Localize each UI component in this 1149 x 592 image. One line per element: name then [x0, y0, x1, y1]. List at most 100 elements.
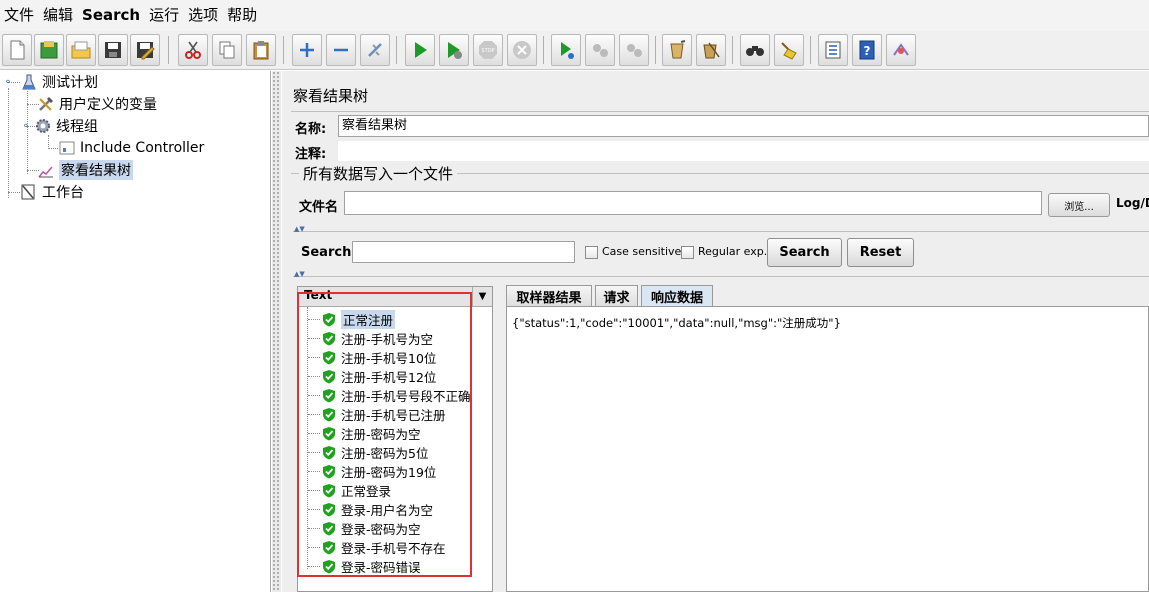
result-item[interactable]: 注册-密码为空	[308, 424, 421, 442]
tree-node-thread-group[interactable]: ⚬ 线程组	[20, 115, 98, 137]
stop-button[interactable]: STOP	[473, 34, 503, 66]
success-shield-icon	[322, 559, 336, 574]
clear-button[interactable]	[662, 34, 692, 66]
remote-start-button[interactable]	[551, 34, 581, 66]
chevron-down-icon[interactable]: ▼	[472, 287, 492, 306]
save-as-button[interactable]	[130, 34, 160, 66]
start-no-pause-button[interactable]	[439, 34, 469, 66]
reset-button[interactable]: Reset	[847, 238, 914, 267]
success-shield-icon	[322, 521, 336, 536]
menu-run[interactable]: 运行	[145, 0, 184, 31]
open-button[interactable]	[66, 34, 96, 66]
result-item[interactable]: 登录-用户名为空	[308, 500, 433, 518]
success-shield-icon	[322, 445, 336, 460]
clear-all-button[interactable]	[696, 34, 726, 66]
templates-button[interactable]	[34, 34, 64, 66]
result-item[interactable]: 登录-密码为空	[308, 519, 421, 537]
tree-node-user-variables[interactable]: 用户定义的变量	[37, 93, 157, 115]
toolbar-separator	[810, 36, 811, 64]
result-item-label: 注册-密码为5位	[341, 443, 428, 462]
filename-label: 文件名	[299, 196, 338, 215]
toolbar-separator	[655, 36, 656, 64]
node-toggle-icon[interactable]: ⚬	[2, 73, 14, 91]
filename-field[interactable]	[344, 191, 1042, 215]
svg-text:?: ?	[864, 44, 871, 58]
response-body-text[interactable]: {"status":1,"code":"10001","data":null,"…	[512, 315, 841, 331]
node-toggle-icon[interactable]: ⚬	[20, 117, 32, 135]
reset-search-button[interactable]	[774, 34, 804, 66]
comment-field[interactable]	[338, 141, 1149, 161]
toggle-button[interactable]	[360, 34, 390, 66]
function-helper-button[interactable]	[818, 34, 848, 66]
new-button[interactable]	[2, 34, 32, 66]
gear-icon	[34, 117, 52, 135]
result-item-label: 登录-密码为空	[341, 519, 421, 538]
toolbar-separator	[732, 36, 733, 64]
tree-label-user-variables: 用户定义的变量	[59, 94, 157, 114]
regex-label: Regular exp.	[698, 245, 767, 258]
tree-connector	[8, 192, 20, 193]
expand-all-button[interactable]	[292, 34, 322, 66]
remote-shutdown-button[interactable]	[619, 34, 649, 66]
result-item[interactable]: 登录-密码错误	[308, 557, 421, 575]
search-input[interactable]	[352, 241, 575, 263]
copy-icon	[216, 39, 238, 61]
result-item[interactable]: 注册-密码为5位	[308, 443, 428, 461]
splitter-arrows-icon[interactable]: ▲▼	[294, 271, 305, 277]
menu-options[interactable]: 选项	[184, 0, 223, 31]
name-field[interactable]: 察看结果树	[338, 115, 1149, 137]
section-splitter[interactable]	[293, 276, 1149, 282]
result-item-label: 登录-手机号不存在	[341, 538, 446, 557]
paste-button[interactable]	[246, 34, 276, 66]
result-item[interactable]: 注册-手机号10位	[308, 348, 436, 366]
controller-icon	[58, 139, 76, 157]
result-item[interactable]: 登录-手机号不存在	[308, 538, 446, 556]
tab-request[interactable]: 请求	[595, 285, 638, 306]
copy-button[interactable]	[212, 34, 242, 66]
menu-help[interactable]: 帮助	[223, 0, 262, 31]
tree-node-view-results-tree[interactable]: 察看结果树	[37, 159, 133, 181]
start-icon	[409, 39, 431, 61]
result-item[interactable]: 注册-手机号12位	[308, 367, 436, 385]
renderer-select[interactable]: Text ▼	[298, 287, 492, 307]
reset-search-icon	[778, 39, 800, 61]
tree-connector	[308, 528, 320, 529]
result-item[interactable]: 正常登录	[308, 481, 391, 499]
menu-file[interactable]: 文件	[0, 0, 39, 31]
splitter-arrows-icon[interactable]: ▲▼	[294, 226, 305, 232]
tree-node-include-controller[interactable]: Include Controller	[58, 137, 204, 159]
result-item[interactable]: 注册-手机号已注册	[308, 405, 446, 423]
tab-response-data[interactable]: 响应数据	[641, 285, 713, 306]
shutdown-button[interactable]	[507, 34, 537, 66]
cut-button[interactable]	[178, 34, 208, 66]
help-button[interactable]: ?	[852, 34, 882, 66]
pane-splitter[interactable]	[272, 71, 281, 592]
tree-node-test-plan[interactable]: ⚬ 测试计划	[2, 71, 98, 93]
log-viewer-button[interactable]	[886, 34, 916, 66]
result-item-label: 正常登录	[341, 481, 391, 500]
tree-connector	[308, 357, 320, 358]
save-as-icon	[134, 39, 156, 61]
tree-connector	[48, 135, 49, 149]
start-button[interactable]	[405, 34, 435, 66]
menu-search[interactable]: Search	[78, 0, 145, 31]
menu-edit[interactable]: 编辑	[39, 0, 78, 31]
remote-stop-button[interactable]	[585, 34, 615, 66]
search-label: Search:	[301, 245, 357, 260]
case-sensitive-checkbox[interactable]	[585, 246, 598, 259]
tab-sampler-result[interactable]: 取样器结果	[506, 285, 592, 306]
result-item[interactable]: 注册-手机号为空	[308, 329, 433, 347]
success-shield-icon	[322, 407, 336, 422]
browse-button[interactable]: 浏览...	[1048, 193, 1110, 217]
regex-checkbox[interactable]	[681, 246, 694, 259]
result-item[interactable]: 注册-密码为19位	[308, 462, 436, 480]
result-item[interactable]: 正常注册	[308, 310, 395, 328]
collapse-all-button[interactable]	[326, 34, 356, 66]
search-tool-button[interactable]	[740, 34, 770, 66]
result-item[interactable]: 注册-手机号号段不正确	[308, 386, 471, 404]
tree-node-workbench[interactable]: 工作台	[20, 181, 84, 203]
section-splitter[interactable]	[293, 231, 1149, 237]
save-button[interactable]	[98, 34, 128, 66]
search-button[interactable]: Search	[767, 238, 842, 267]
result-item-label: 注册-密码为空	[341, 424, 421, 443]
